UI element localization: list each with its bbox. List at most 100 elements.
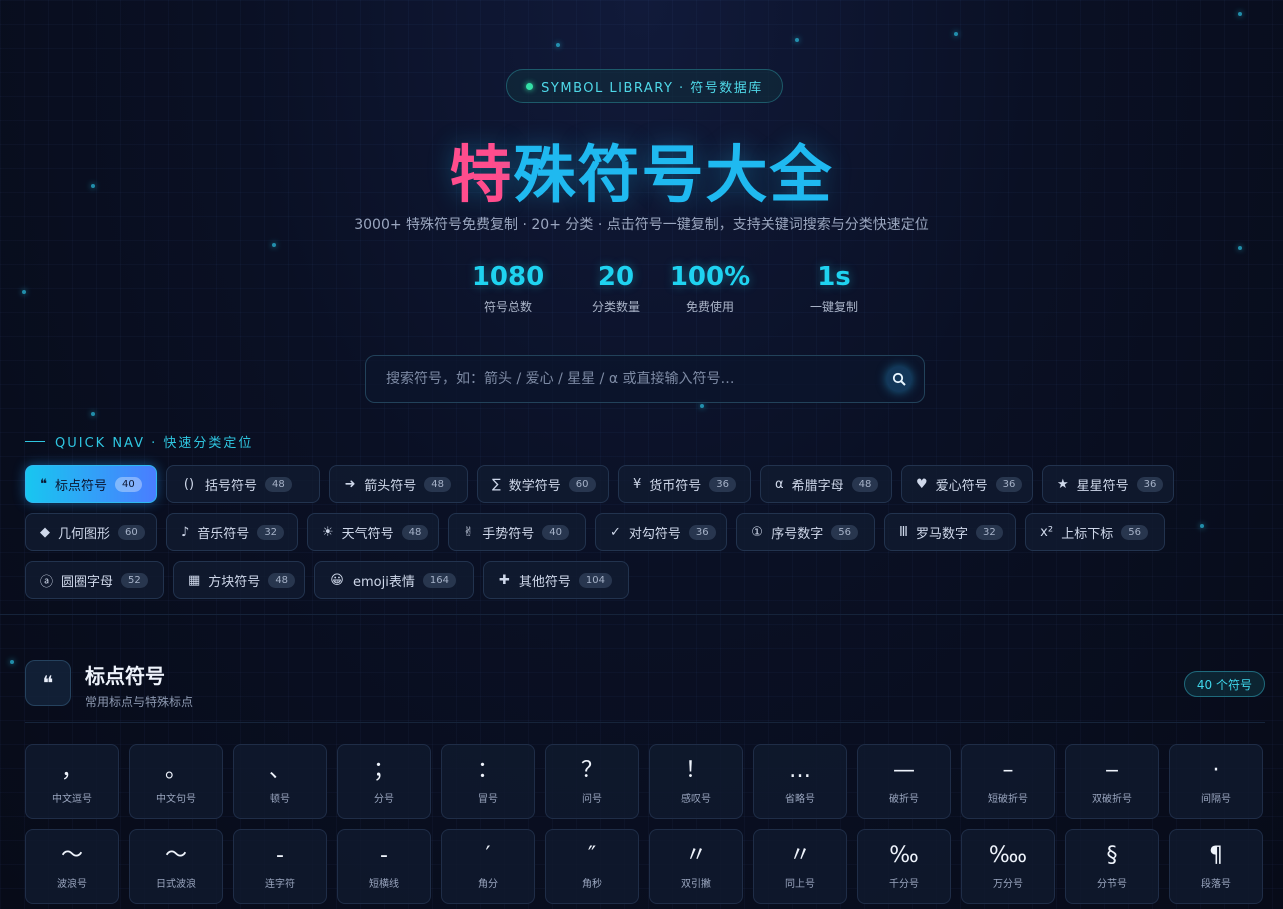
symbol-card[interactable]: 。中文句号 <box>129 744 223 819</box>
nav-chip-stars[interactable]: ★ 星星符号 36 <box>1042 465 1174 503</box>
stat-label: 符号总数 <box>483 300 532 314</box>
nav-chip-hearts[interactable]: ♥ 爱心符号 36 <box>901 465 1033 503</box>
symbol-card[interactable]: - 短横线 <box>337 829 431 904</box>
symbol-glyph: ？ <box>580 758 603 783</box>
symbol-card[interactable]: — 破折号 <box>857 744 951 819</box>
particle-dot <box>10 660 14 664</box>
chip-label: 数学符号 <box>508 478 561 494</box>
symbol-card[interactable]: 〜日式波浪 <box>129 829 223 904</box>
status-dot-icon <box>526 82 534 90</box>
symbol-card[interactable]: … 省略号 <box>753 744 847 819</box>
quick-nav-text: QUICK NAV · 快速分类定位 <box>55 436 254 451</box>
symbol-card[interactable]: ″ 角秒 <box>545 829 639 904</box>
symbol-name: 冒号 <box>478 794 498 805</box>
chip-count: 60 <box>118 524 145 540</box>
symbol-card[interactable]: 〃双引撇 <box>649 829 743 904</box>
symbol-glyph: · <box>1212 758 1220 783</box>
symbol-count-badge: 40 个符号 <box>1183 671 1265 697</box>
chip-count: 56 <box>1121 524 1148 540</box>
search-box <box>365 355 925 403</box>
sun-icon: ☀ <box>322 524 334 540</box>
symbol-name: 顿号 <box>270 794 290 805</box>
chip-label: 手势符号 <box>482 526 535 542</box>
symbol-card[interactable]: ， 中文逗号 <box>25 744 119 819</box>
stats-bar: 1080 符号总数 20 分类数量 100% 免费使用 1s 一键复制 <box>464 262 878 315</box>
nav-chip-music[interactable]: ♪ 音乐符号 32 <box>166 513 298 551</box>
nav-chip-circled[interactable]: ⓐ 圆圈字母 52 <box>25 561 164 599</box>
chip-count: 164 <box>422 572 456 588</box>
symbol-glyph: - <box>380 843 388 868</box>
nav-chip-greek[interactable]: α 希腊字母 48 <box>760 465 892 503</box>
symbol-name: 破折号 <box>889 794 919 805</box>
symbol-name: 中文句号 <box>156 794 196 805</box>
symbol-name: 万分号 <box>993 879 1023 890</box>
nav-chip-checkmarks[interactable]: ✓ 对勾符号 36 <box>595 513 727 551</box>
chip-count: 36 <box>1136 476 1164 492</box>
symbol-card[interactable]: ¶ 段落号 <box>1169 829 1263 904</box>
symbol-card[interactable]: ′ 角分 <box>441 829 535 904</box>
brackets-icon: () <box>183 476 195 492</box>
symbol-card[interactable]: ‐ 连字符 <box>233 829 327 904</box>
arrow-icon: ➜ <box>344 476 356 492</box>
section-description: 常用标点与特殊标点 <box>85 695 194 709</box>
symbol-card[interactable]: 、顿号 <box>233 744 327 819</box>
nav-chip-arrows[interactable]: ➜ 箭头符号 48 <box>329 465 468 503</box>
symbol-glyph: 〜 <box>164 843 187 868</box>
symbol-glyph: — <box>893 758 915 783</box>
nav-chip-blocks[interactable]: ▦ 方块符号 48 <box>173 561 305 599</box>
chip-count: 40 <box>115 476 142 492</box>
chip-count: 36 <box>995 476 1023 492</box>
nav-chip-punctuation[interactable]: ❝ 标点符号 40 <box>25 465 157 503</box>
symbol-card[interactable]: ！ 感叹号 <box>649 744 743 819</box>
chip-label: 天气符号 <box>341 526 394 542</box>
symbol-card[interactable]: ‱ 万分号 <box>961 829 1055 904</box>
nav-chip-other[interactable]: ✚ 其他符号 104 <box>483 561 629 599</box>
symbol-glyph: ： <box>476 758 499 783</box>
nav-chip-emoji[interactable]: 😀 emoji表情 164 <box>314 561 474 599</box>
symbol-card[interactable]: ‰ 千分号 <box>857 829 951 904</box>
symbol-glyph: ‰ <box>889 843 919 868</box>
nav-chip-weather[interactable]: ☀ 天气符号 48 <box>307 513 439 551</box>
symbol-card[interactable]: § 分节号 <box>1065 829 1159 904</box>
particle-dot <box>700 404 704 408</box>
nav-row: ⓐ 圆圈字母 52 ▦ 方块符号 48 😀 emoji表情 164 ✚ 其他符号 104 <box>25 561 1265 599</box>
symbol-card[interactable]: ～ 波浪号 <box>25 829 119 904</box>
chip-label: 序号数字 <box>771 526 824 542</box>
search-input[interactable] <box>386 371 886 387</box>
symbol-glyph: ‱ <box>988 843 1028 868</box>
nav-chip-superscript[interactable]: x² 上标下标 56 <box>1025 513 1165 551</box>
nav-chip-brackets[interactable]: () 括号符号 48 <box>166 465 320 503</box>
symbol-glyph: ； <box>372 758 395 783</box>
symbol-card[interactable]: ？ 问号 <box>545 744 639 819</box>
stat-total: 1080 符号总数 <box>464 262 552 315</box>
nav-chip-geometry[interactable]: ◆ 几何图形 60 <box>25 513 157 551</box>
chip-count: 36 <box>688 524 716 540</box>
nav-chip-currency[interactable]: ¥ 货币符号 36 <box>618 465 751 503</box>
chip-label: 上标下标 <box>1061 526 1114 542</box>
badge-label: SYMBOL LIBRARY · 符号数据库 <box>541 80 763 96</box>
symbol-card[interactable]: ‒ 双破折号 <box>1065 744 1159 819</box>
particle-dot <box>272 243 276 247</box>
chip-label: 圆圈字母 <box>61 574 114 590</box>
circled-one-icon: ① <box>751 524 763 540</box>
symbol-card[interactable]: – 短破折号 <box>961 744 1055 819</box>
nav-chip-gestures[interactable]: ✌ 手势符号 40 <box>448 513 586 551</box>
symbol-card[interactable]: ； 分号 <box>337 744 431 819</box>
diamond-icon: ◆ <box>40 524 50 540</box>
symbol-name: 分节号 <box>1097 879 1127 890</box>
symbol-name: 角分 <box>478 879 498 890</box>
symbol-glyph: ‐ <box>276 843 284 868</box>
symbol-card[interactable]: 〃同上号 <box>753 829 847 904</box>
nav-chip-ordinals[interactable]: ① 序号数字 56 <box>736 513 875 551</box>
heart-icon: ♥ <box>916 476 928 492</box>
search-icon[interactable] <box>886 366 912 392</box>
stat-value: 100% <box>669 262 751 292</box>
symbol-card[interactable]: · 间隔号 <box>1169 744 1263 819</box>
quick-nav-label: QUICK NAV · 快速分类定位 <box>25 432 253 451</box>
symbol-card[interactable]: ： 冒号 <box>441 744 535 819</box>
symbol-glyph: ～ <box>60 843 83 868</box>
symbol-name: 段落号 <box>1201 879 1231 890</box>
chip-count: 40 <box>542 524 569 540</box>
nav-chip-roman[interactable]: Ⅲ 罗马数字 32 <box>884 513 1016 551</box>
nav-chip-math[interactable]: ∑ 数学符号 60 <box>477 465 609 503</box>
